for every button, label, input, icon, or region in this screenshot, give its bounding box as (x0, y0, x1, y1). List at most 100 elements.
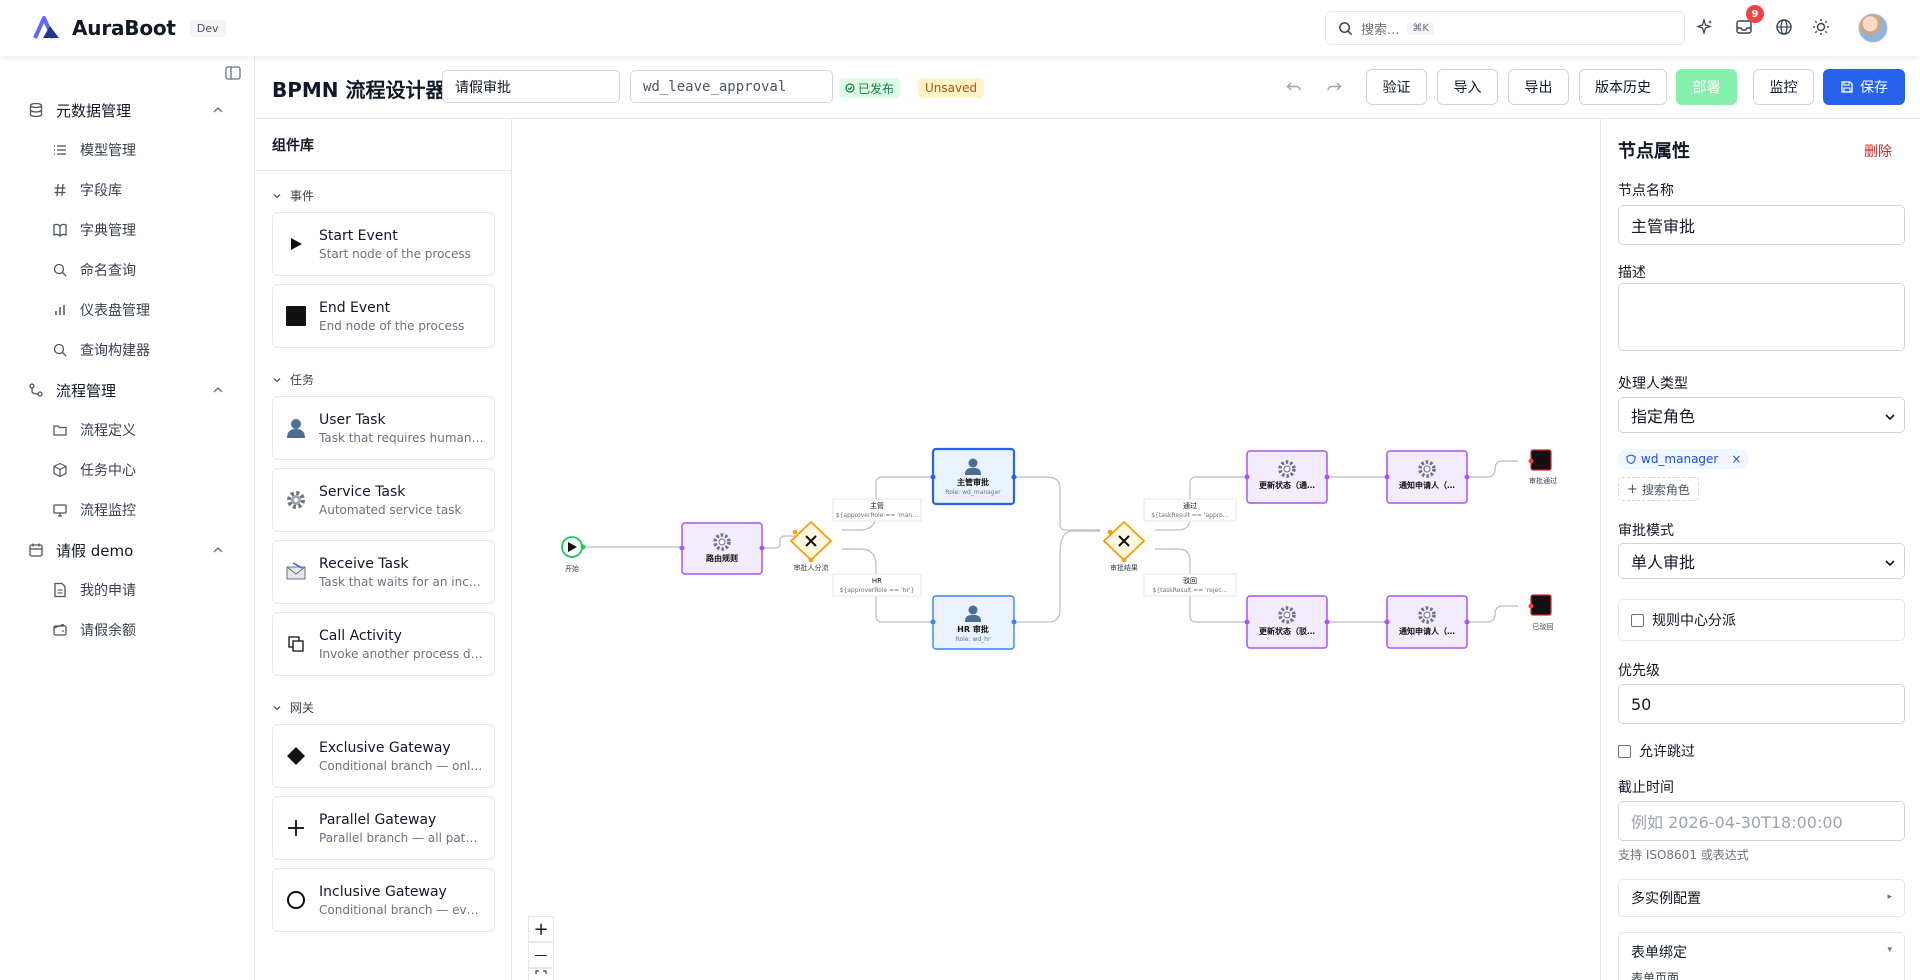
palette-item-start-event[interactable]: Start Event Start node of the process (272, 212, 495, 276)
palette-item-inclusive-gateway[interactable]: Inclusive Gateway Conditional branch — ev… (272, 868, 495, 932)
globe-icon[interactable] (1772, 15, 1796, 39)
export-button[interactable]: 导出 (1508, 69, 1569, 105)
palette-item-user-task[interactable]: User Task Task that requires human intera… (272, 396, 495, 460)
global-search-input[interactable]: 搜索... ⌘K (1325, 11, 1685, 45)
palette-item-service-task[interactable]: Service Task Automated service task (272, 468, 495, 532)
unsaved-badge: Unsaved (918, 78, 985, 98)
deploy-button[interactable]: 部署 (1676, 69, 1737, 105)
sidebar-item-dashboard[interactable]: 仪表盘管理 (0, 290, 255, 330)
multi-instance-section[interactable]: 多实例配置 ▸ (1618, 879, 1905, 917)
remove-role-icon[interactable]: × (1731, 452, 1741, 466)
nav-group-header-process[interactable]: 流程管理 (0, 370, 255, 410)
redo-icon[interactable] (1325, 78, 1343, 96)
diamond-icon (285, 745, 307, 767)
sidebar-item-process-monitor[interactable]: 流程监控 (0, 490, 255, 530)
search-role-button[interactable]: + 搜索角色 (1618, 477, 1699, 501)
approval-mode-label: 审批模式 (1618, 523, 1674, 539)
delete-node-button[interactable]: 删除 (1864, 141, 1892, 161)
flow-manager-gateway2[interactable] (1014, 476, 1100, 531)
palette-item-call-activity[interactable]: Call Activity Invoke another process defi… (272, 612, 495, 676)
nav-group-header-leave-demo[interactable]: 请假 demo (0, 530, 255, 570)
condition-label-reject[interactable]: 驳回 ${taskResult == 'rejec… (1143, 573, 1237, 597)
approval-mode-select[interactable]: 单人审批 (1618, 543, 1905, 579)
end-event-rejected[interactable]: 已驳回 (1528, 594, 1554, 631)
priority-label: 优先级 (1618, 663, 1660, 679)
rule-center-checkbox-row[interactable]: 规则中心分派 (1618, 599, 1905, 641)
palette-section-events[interactable]: 事件 (272, 187, 314, 204)
version-history-button[interactable]: 版本历史 (1579, 69, 1667, 105)
undo-icon[interactable] (1285, 78, 1303, 96)
sidebar-item-leave-balance[interactable]: 请假余额 (0, 610, 255, 650)
form-binding-section[interactable]: 表单绑定 ▾ 表单页面 (1618, 932, 1905, 980)
nav-group-header-metadata[interactable]: 元数据管理 (0, 90, 255, 130)
sidebar-item-dictionary[interactable]: 字典管理 (0, 210, 255, 250)
nav-group-label: 请假 demo (56, 541, 134, 560)
flow-notify-end-reject[interactable] (1467, 605, 1518, 623)
service-task-update-status-reject[interactable]: 更新状态（驳… (1244, 595, 1330, 649)
sidebar-item-model-management[interactable]: 模型管理 (0, 130, 255, 170)
condition-label-pass[interactable]: 通过 ${taskResult == 'appro… (1143, 498, 1237, 522)
user-avatar[interactable] (1858, 13, 1888, 43)
rule-center-checkbox[interactable] (1631, 613, 1644, 627)
deadline-help: 支持 ISO8601 或表达式 (1618, 848, 1749, 862)
exclusive-gateway-result[interactable]: 审批结果 (1102, 520, 1146, 572)
flow-notify-end-pass[interactable] (1467, 460, 1518, 478)
sidebar-item-query-builder[interactable]: 查询构建器 (0, 330, 255, 370)
palette-item-end-event[interactable]: End Event End node of the process (272, 284, 495, 348)
validate-button[interactable]: 验证 (1366, 69, 1427, 105)
sidebar-item-named-query[interactable]: 命名查询 (0, 250, 255, 290)
service-task-update-status-pass[interactable]: 更新状态（通… (1244, 450, 1330, 504)
sidebar-item-field-library[interactable]: 字段库 (0, 170, 255, 210)
start-event[interactable]: 开始 (561, 536, 586, 573)
palette-item-name: End Event (319, 299, 391, 316)
chevron-down-icon (273, 705, 281, 710)
deadline-input[interactable]: 例如 2026-04-30T18:00:00 (1618, 801, 1905, 841)
monitor-button[interactable]: 监控 (1753, 69, 1814, 105)
user-task-manager-approval[interactable]: 主管审批 Role: wd_manager (930, 447, 1017, 506)
service-task-notify-reject[interactable]: 通知申请人（… (1384, 595, 1470, 649)
brand[interactable]: AuraBoot Dev (32, 14, 226, 42)
circle-icon (285, 889, 307, 911)
process-key-input[interactable]: wd_leave_approval (630, 70, 833, 103)
allow-skip-checkbox[interactable] (1618, 744, 1631, 758)
process-name-input[interactable]: 请假审批 (442, 70, 620, 103)
palette-item-receive-task[interactable]: Receive Task Task that waits for an incom… (272, 540, 495, 604)
flow-route-gateway[interactable] (762, 535, 795, 549)
palette-item-name: Call Activity (319, 627, 402, 644)
multi-instance-label: 多实例配置 (1631, 891, 1701, 907)
sidebar-item-process-definition[interactable]: 流程定义 (0, 410, 255, 450)
bpmn-canvas[interactable]: 开始 路由规则 审批人分流 主管 ${approverRole == 'man…… (512, 119, 1600, 980)
condition-label-manager[interactable]: 主管 ${approverRole == 'man… (832, 498, 922, 522)
palette-item-exclusive-gateway[interactable]: Exclusive Gateway Conditional branch — on… (272, 724, 495, 788)
flow-hr-gateway2[interactable] (1014, 530, 1100, 623)
palette-section-gateways[interactable]: 网关 (272, 699, 314, 716)
brand-logo-icon (33, 16, 59, 39)
palette-item-parallel-gateway[interactable]: Parallel Gateway Parallel branch — all pa… (272, 796, 495, 860)
assignee-type-select[interactable]: 指定角色 (1618, 397, 1905, 433)
service-task-notify-pass[interactable]: 通知申请人（… (1384, 450, 1470, 504)
condition-expression: ${approverRole == 'hr'} (840, 587, 915, 594)
condition-expression: ${taskResult == 'appro… (1151, 512, 1229, 519)
bpmn-diagram[interactable]: 开始 路由规则 审批人分流 主管 ${approverRole == 'man…… (512, 119, 1600, 980)
allow-skip-checkbox-row[interactable]: 允许跳过 (1618, 741, 1905, 761)
description-textarea[interactable] (1618, 283, 1905, 351)
save-button[interactable]: 保存 (1823, 69, 1905, 105)
condition-label-hr[interactable]: HR ${approverRole == 'hr'} (832, 573, 922, 597)
import-button[interactable]: 导入 (1437, 69, 1498, 105)
zoom-in-button[interactable]: + (528, 916, 554, 942)
palette-section-tasks[interactable]: 任务 (272, 371, 314, 388)
sidebar-collapse-icon[interactable] (224, 64, 242, 82)
exclusive-gateway-approver-split[interactable]: 审批人分流 (789, 520, 833, 572)
sun-icon[interactable] (1809, 15, 1833, 39)
fit-view-button[interactable] (528, 968, 554, 980)
node-name-input[interactable]: 主管审批 (1618, 205, 1905, 245)
inbox-icon[interactable]: 9 (1732, 5, 1764, 39)
zoom-out-button[interactable]: — (528, 942, 554, 968)
sidebar-item-task-center[interactable]: 任务中心 (0, 450, 255, 490)
sparkle-icon[interactable] (1693, 15, 1717, 39)
end-event-approved[interactable]: 审批通过 (1528, 449, 1558, 485)
user-task-hr-approval[interactable]: HR 审批 Role: wd_hr (930, 595, 1017, 650)
service-task-route-rule[interactable]: 路由规则 (679, 522, 765, 575)
priority-input[interactable]: 50 (1618, 684, 1905, 724)
sidebar-item-my-requests[interactable]: 我的申请 (0, 570, 255, 610)
